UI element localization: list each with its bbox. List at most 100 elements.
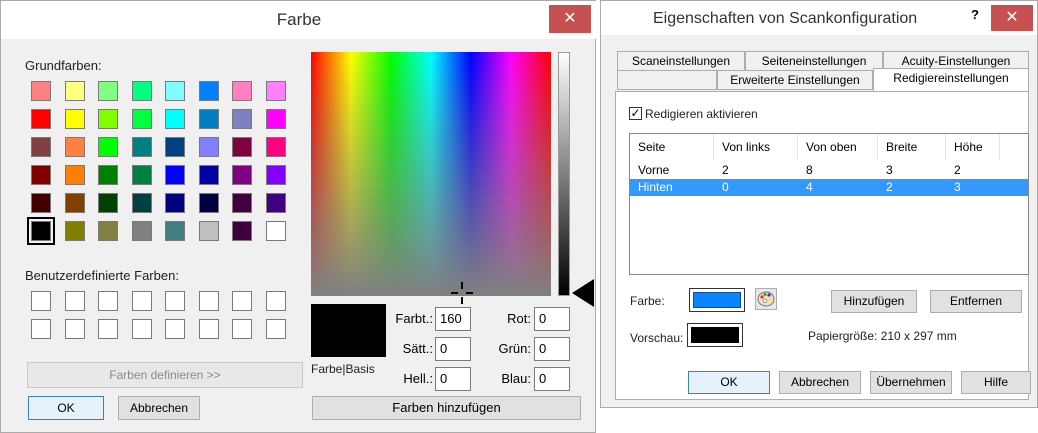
redaction-color-swatch[interactable] <box>689 288 745 312</box>
close-button[interactable]: ✕ <box>991 5 1033 31</box>
basic-color-swatch[interactable] <box>98 137 118 157</box>
table-cell[interactable]: 4 <box>798 179 878 196</box>
table-cell[interactable]: 3 <box>878 162 946 179</box>
custom-color-swatch[interactable] <box>98 319 118 339</box>
add-button[interactable]: Hinzufügen <box>831 290 917 313</box>
basic-color-swatch[interactable] <box>98 221 118 241</box>
custom-color-swatch[interactable] <box>198 291 219 311</box>
ok-button[interactable]: OK <box>28 396 104 420</box>
basic-color-swatch[interactable] <box>232 109 252 129</box>
custom-color-swatch[interactable] <box>131 291 152 311</box>
custom-color-swatch[interactable] <box>131 319 152 339</box>
custom-color-swatch[interactable] <box>232 291 252 311</box>
apply-button[interactable]: Übernehmen <box>870 371 952 394</box>
basic-color-swatch[interactable] <box>198 165 219 185</box>
custom-color-swatch[interactable] <box>265 291 286 311</box>
column-header[interactable]: Seite <box>630 134 714 160</box>
basic-color-swatch[interactable] <box>64 81 85 101</box>
basic-color-swatch[interactable] <box>64 221 85 241</box>
custom-color-swatch[interactable] <box>198 319 219 339</box>
saturation-field[interactable]: 0 <box>435 337 471 361</box>
basic-color-swatch[interactable] <box>31 193 51 213</box>
basic-color-swatch[interactable] <box>131 109 152 129</box>
basic-color-swatch[interactable] <box>165 221 185 241</box>
cancel-button[interactable]: Abbrechen <box>779 371 861 394</box>
red-field[interactable]: 0 <box>534 307 570 331</box>
column-header[interactable]: Höhe <box>946 134 1000 160</box>
basic-color-swatch[interactable] <box>198 221 219 241</box>
cancel-button[interactable]: Abbrechen <box>118 396 200 420</box>
luminance-arrow-icon[interactable] <box>572 279 594 307</box>
basic-color-swatch[interactable] <box>98 165 118 185</box>
custom-color-swatch[interactable] <box>64 291 85 311</box>
table-cell[interactable]: 2 <box>878 179 946 196</box>
basic-color-swatch[interactable] <box>131 221 152 241</box>
custom-color-swatch[interactable] <box>31 291 51 311</box>
basic-color-swatch[interactable] <box>131 81 152 101</box>
column-header[interactable]: Von oben <box>798 134 878 160</box>
table-cell[interactable]: 2 <box>946 162 1000 179</box>
basic-color-swatch[interactable] <box>265 81 286 101</box>
tab-redigiereinstellungen[interactable]: Redigiereinstellungen <box>873 68 1029 91</box>
basic-color-swatch[interactable] <box>31 165 51 185</box>
basic-color-swatch[interactable] <box>232 221 252 241</box>
hue-field[interactable]: 160 <box>435 307 471 331</box>
table-cell[interactable]: 2 <box>714 162 798 179</box>
basic-color-swatch[interactable] <box>198 137 219 157</box>
basic-color-swatch[interactable] <box>265 193 286 213</box>
table-cell[interactable]: Vorne <box>630 162 714 179</box>
tab-scaneinstellungen[interactable]: Scaneinstellungen <box>617 51 745 71</box>
custom-color-swatch[interactable] <box>31 319 51 339</box>
green-field[interactable]: 0 <box>534 337 570 361</box>
enable-redaction-label[interactable]: Redigieren aktivieren <box>645 107 758 121</box>
column-header[interactable]: Breite <box>878 134 946 160</box>
basic-color-swatch[interactable] <box>165 165 185 185</box>
basic-color-swatch[interactable] <box>98 81 118 101</box>
define-colors-button[interactable]: Farben definieren >> <box>27 362 303 388</box>
close-button[interactable]: ✕ <box>549 5 591 33</box>
luminance-field[interactable]: 0 <box>435 367 471 391</box>
basic-color-swatch[interactable] <box>232 165 252 185</box>
basic-color-swatch[interactable] <box>198 109 219 129</box>
basic-color-swatch[interactable] <box>265 109 286 129</box>
custom-color-swatch[interactable] <box>232 319 252 339</box>
basic-color-swatch[interactable] <box>232 81 252 101</box>
basic-color-swatch[interactable] <box>64 193 85 213</box>
basic-color-swatch[interactable] <box>232 193 252 213</box>
basic-color-swatch[interactable] <box>198 81 219 101</box>
column-header[interactable]: Von links <box>714 134 798 160</box>
basic-color-swatch[interactable] <box>131 137 152 157</box>
add-to-custom-colors-button[interactable]: Farben hinzufügen <box>312 396 581 420</box>
basic-color-swatch[interactable] <box>165 137 185 157</box>
basic-color-swatch[interactable] <box>165 193 185 213</box>
custom-color-swatch[interactable] <box>265 319 286 339</box>
luminance-slider[interactable] <box>558 52 570 296</box>
table-cell[interactable]: Hinten <box>630 179 714 196</box>
custom-color-swatch[interactable] <box>165 291 185 311</box>
basic-color-swatch[interactable] <box>131 165 152 185</box>
tab-seiteneinstellungen[interactable]: Seiteneinstellungen <box>745 51 883 71</box>
redaction-list[interactable]: Seite Von links Von oben Breite Höhe Vor… <box>629 133 1029 275</box>
basic-color-swatch[interactable] <box>165 81 185 101</box>
basic-color-swatch[interactable] <box>265 137 286 157</box>
basic-color-swatch[interactable] <box>27 217 55 245</box>
blue-field[interactable]: 0 <box>534 367 570 391</box>
color-spectrum[interactable] <box>311 52 551 296</box>
custom-color-swatch[interactable] <box>165 319 185 339</box>
table-cell[interactable]: 8 <box>798 162 878 179</box>
custom-color-swatch[interactable] <box>64 319 85 339</box>
table-cell[interactable]: 0 <box>714 179 798 196</box>
enable-redaction-checkbox[interactable]: ✓ <box>629 107 642 120</box>
basic-color-swatch[interactable] <box>64 137 85 157</box>
table-cell[interactable]: 3 <box>946 179 1000 196</box>
tab-erweiterte-einstellungen[interactable]: Erweiterte Einstellungen <box>717 70 873 90</box>
basic-color-swatch[interactable] <box>265 165 286 185</box>
basic-color-swatch[interactable] <box>98 193 118 213</box>
basic-color-swatch[interactable] <box>198 193 219 213</box>
basic-color-swatch[interactable] <box>265 221 286 241</box>
ok-button[interactable]: OK <box>688 371 770 394</box>
help-button[interactable]: Hilfe <box>961 371 1031 394</box>
basic-color-swatch[interactable] <box>31 109 51 129</box>
palette-icon[interactable] <box>755 288 777 310</box>
basic-color-swatch[interactable] <box>131 193 152 213</box>
